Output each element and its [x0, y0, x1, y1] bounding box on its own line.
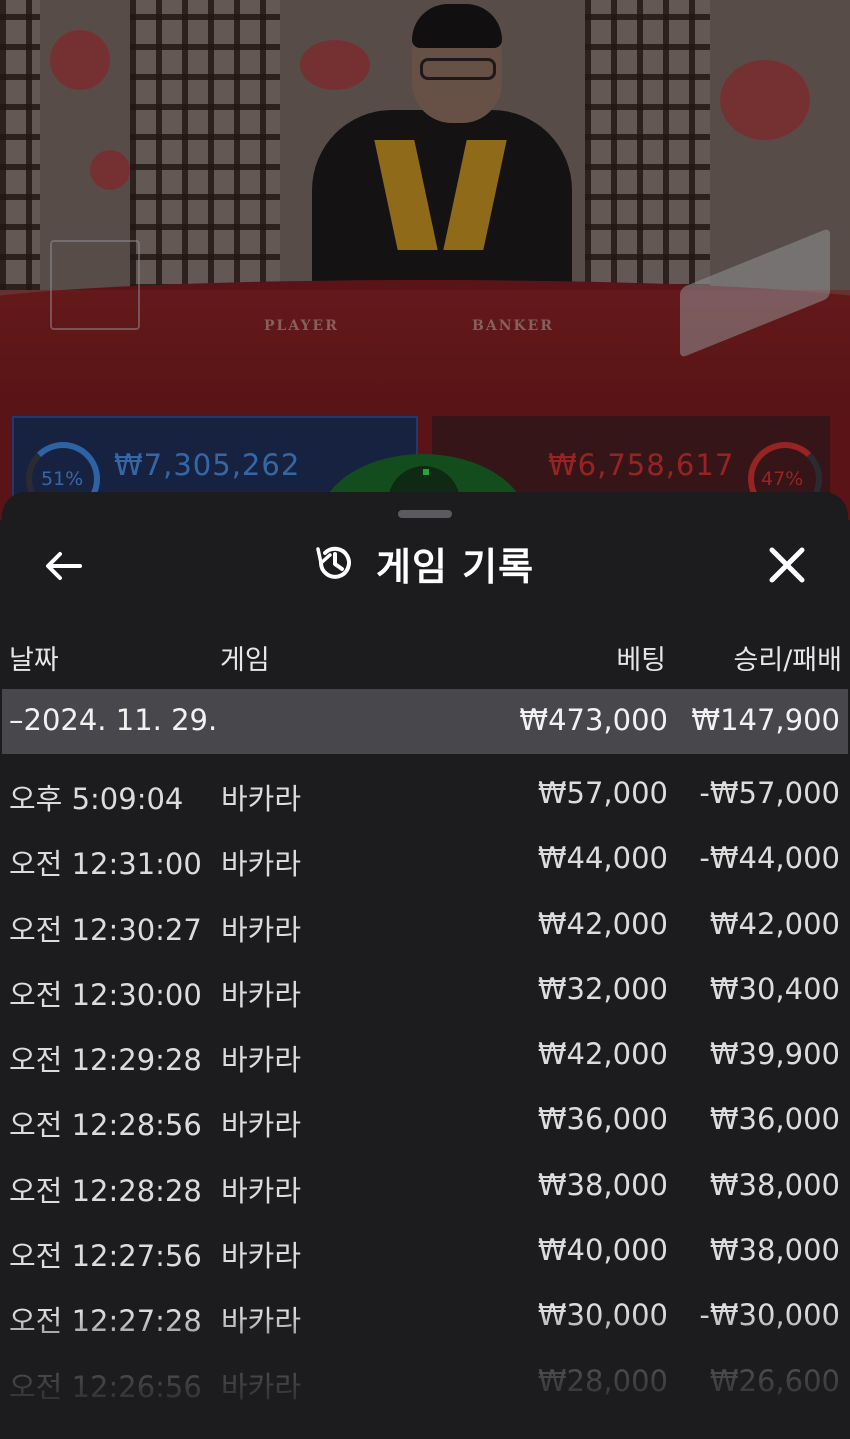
row-game: 바카라	[221, 912, 302, 947]
row-bet: ₩42,000	[537, 1037, 668, 1072]
table-row[interactable]: 오전 12:28:28 바카라 ₩38,000 ₩38,000	[2, 1152, 848, 1217]
column-header-result[interactable]: 승리/패배	[734, 638, 842, 677]
table-row[interactable]: 오전 12:29:28 바카라 ₩42,000 ₩39,900	[2, 1021, 848, 1086]
table-row[interactable]: 오전 12:26:56 바카라 ₩28,000 ₩26,600	[2, 1348, 848, 1413]
column-header-date[interactable]: 날짜	[9, 638, 59, 677]
row-time: 오전 12:30:00	[9, 977, 202, 1012]
arrow-left-icon	[46, 552, 82, 580]
row-bet: ₩44,000	[537, 841, 668, 876]
row-bet: ₩36,000	[537, 1102, 668, 1137]
row-bet: ₩57,000	[537, 776, 668, 810]
sheet-drag-handle[interactable]	[398, 510, 452, 518]
column-header-bet[interactable]: 베팅	[616, 638, 666, 677]
row-bet: ₩28,000	[537, 1363, 668, 1398]
date-group-label: –2024. 11. 29.	[9, 703, 218, 737]
table-row[interactable]: 오전 12:27:56 바카라 ₩40,000 ₩38,000	[2, 1217, 848, 1282]
row-game: 바카라	[221, 977, 302, 1012]
history-icon	[316, 546, 351, 579]
back-button[interactable]	[40, 542, 88, 590]
row-game: 바카라	[221, 1043, 302, 1078]
row-result: ₩26,600	[709, 1363, 840, 1398]
table-row[interactable]: 오후 5:09:04 바카라 ₩57,000 -₩57,000	[2, 760, 848, 825]
row-game: 바카라	[221, 1108, 302, 1143]
close-button[interactable]	[762, 540, 812, 590]
row-time: 오전 12:27:56	[9, 1239, 202, 1274]
row-game: 바카라	[221, 1369, 302, 1404]
row-result: -₩57,000	[699, 776, 840, 810]
row-time: 오전 12:27:28	[9, 1304, 202, 1339]
table-row[interactable]: 오전 12:28:56 바카라 ₩36,000 ₩36,000	[2, 1086, 848, 1151]
table-row[interactable]: 오전 12:30:27 바카라 ₩42,000 ₩42,000	[2, 891, 848, 956]
row-bet: ₩42,000	[537, 906, 668, 941]
row-result: ₩42,000	[709, 906, 840, 941]
row-time: 오전 12:26:56	[9, 1369, 202, 1404]
date-group-bet-total: ₩473,000	[519, 703, 668, 737]
close-icon	[769, 547, 805, 583]
modal-dim-overlay	[0, 0, 850, 520]
page-title: 게임 기록	[376, 544, 535, 589]
live-video-stream: PLAYER BANKER 51% 47% ₩7,305,262 ₩6,758,…	[0, 0, 850, 520]
row-game: 바카라	[221, 1239, 302, 1274]
column-header-game[interactable]: 게임	[220, 638, 270, 677]
table-header: 날짜 게임 베팅 승리/패배	[2, 628, 848, 677]
date-group-result-total: ₩147,900	[691, 703, 840, 737]
row-bet: ₩30,000	[537, 1298, 668, 1333]
row-result: ₩30,400	[709, 971, 840, 1006]
game-history-sheet: 게임 기록 날짜 게임 베팅 승리/패배 –2024. 11. 29. ₩473…	[2, 492, 848, 1439]
row-result: ₩39,900	[709, 1037, 840, 1072]
row-game: 바카라	[221, 847, 302, 882]
row-time: 오전 12:31:00	[9, 847, 202, 882]
row-time: 오전 12:29:28	[9, 1043, 202, 1078]
row-bet: ₩32,000	[537, 971, 668, 1006]
table-row[interactable]: 오전 12:30:00 바카라 ₩32,000 ₩30,400	[2, 956, 848, 1021]
history-list: 오후 5:09:04 바카라 ₩57,000 -₩57,000 오전 12:31:00 바…	[2, 760, 848, 1413]
row-result: -₩44,000	[699, 841, 840, 876]
row-time: 오전 12:28:56	[9, 1108, 202, 1143]
row-bet: ₩38,000	[537, 1167, 668, 1202]
row-bet: ₩40,000	[537, 1233, 668, 1268]
row-game: 바카라	[221, 1173, 302, 1208]
row-time: 오전 12:30:27	[9, 912, 202, 947]
table-row[interactable]: 오전 12:27:28 바카라 ₩30,000 -₩30,000	[2, 1282, 848, 1347]
table-row[interactable]: 오전 12:31:00 바카라 ₩44,000 -₩44,000	[2, 825, 848, 890]
row-game: 바카라	[221, 782, 302, 816]
row-game: 바카라	[221, 1304, 302, 1339]
row-result: ₩38,000	[709, 1167, 840, 1202]
row-time: 오후 5:09:04	[9, 782, 184, 816]
row-result: ₩38,000	[709, 1233, 840, 1268]
sheet-header: 게임 기록	[312, 538, 535, 589]
date-group-row[interactable]: –2024. 11. 29. ₩473,000 ₩147,900	[2, 689, 848, 754]
row-time: 오전 12:28:28	[9, 1173, 202, 1208]
row-result: ₩36,000	[709, 1102, 840, 1137]
row-result: -₩30,000	[699, 1298, 840, 1333]
